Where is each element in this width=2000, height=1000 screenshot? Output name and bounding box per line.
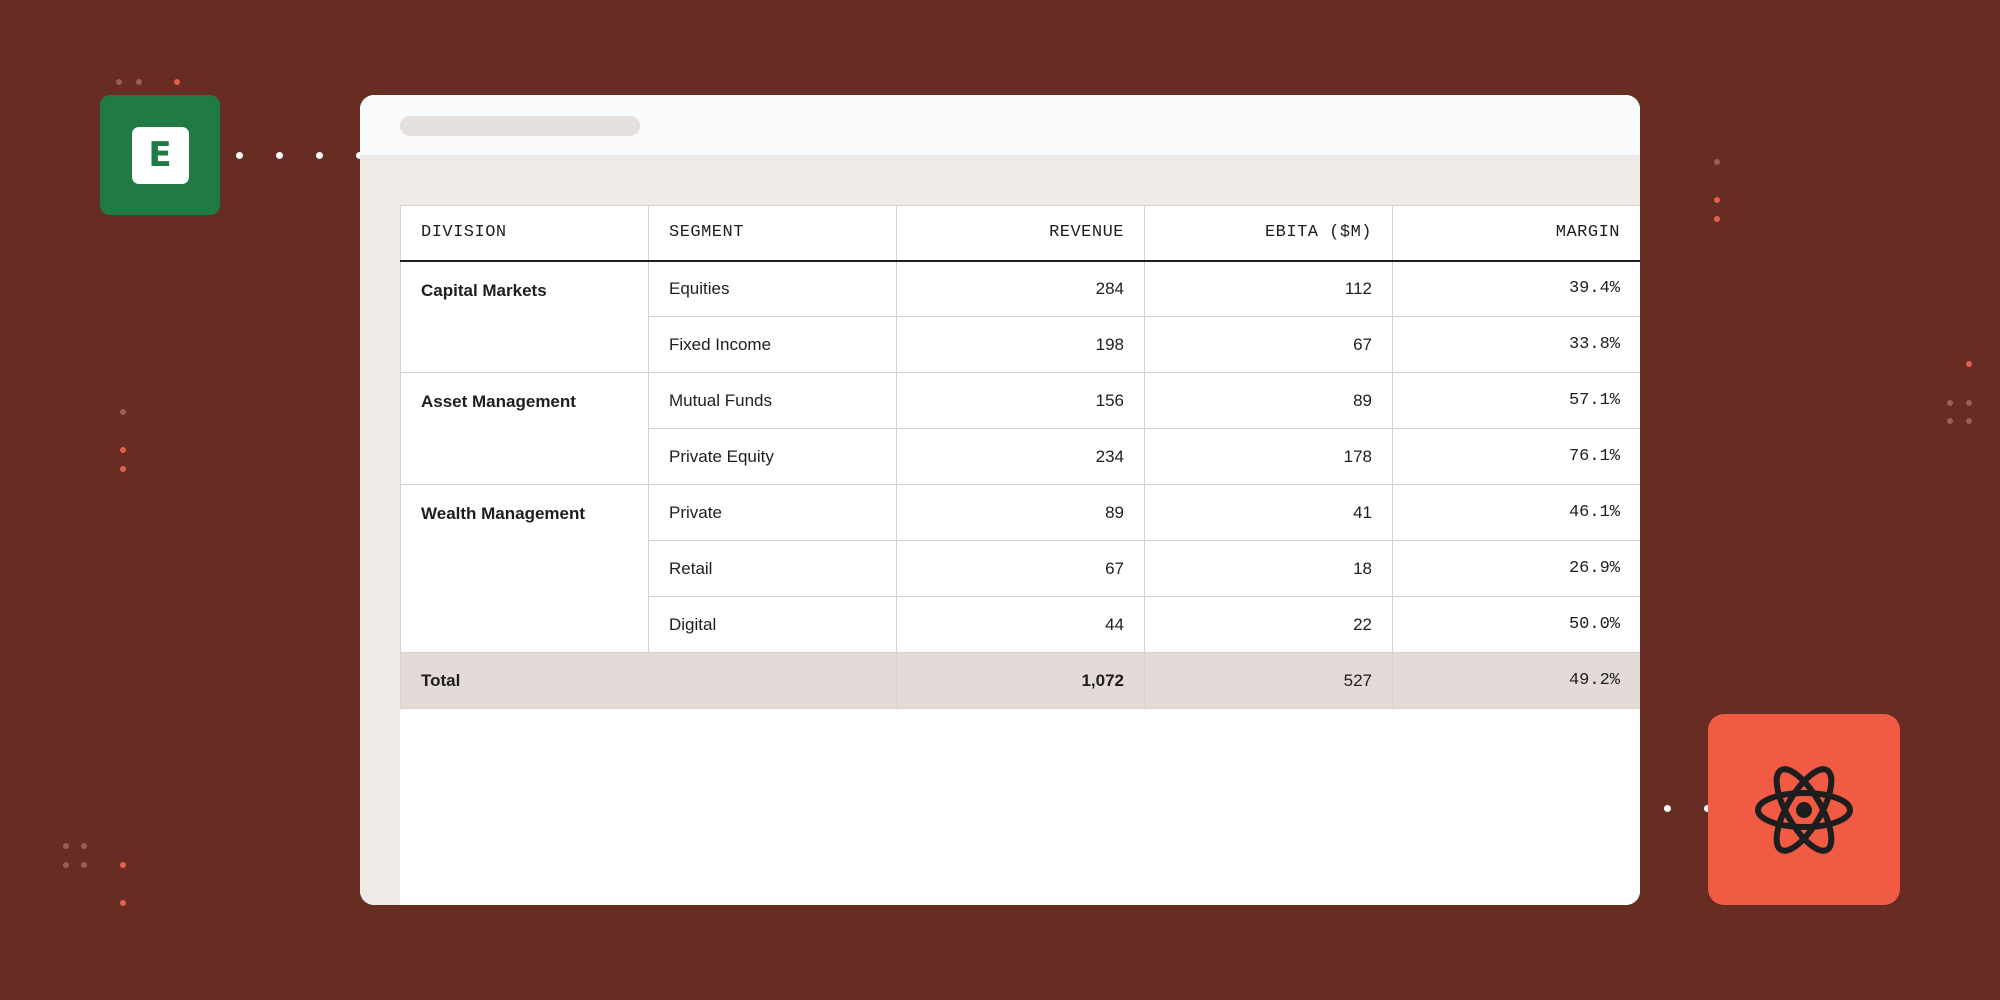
connector-dot [316, 152, 323, 159]
ebita-cell[interactable]: 178 [1144, 428, 1393, 485]
segment-cell[interactable]: Private [648, 484, 897, 541]
react-atom-icon [1755, 765, 1853, 854]
decor-dot [81, 843, 87, 849]
header-margin[interactable]: MARGIN [1392, 205, 1640, 262]
total-label[interactable]: Total [400, 652, 897, 709]
decor-dot [120, 409, 126, 415]
decor-dot [120, 900, 126, 906]
table-row: Capital Markets Equities 284 112 39.4% [400, 260, 1640, 373]
total-row: Total 1,072 527 49.2% [400, 652, 1640, 709]
division-cell[interactable]: Wealth Management [400, 484, 649, 653]
ebita-cell[interactable]: 112 [1144, 260, 1393, 317]
header-row: DIVISION SEGMENT REVENUE EBITA ($M) MARG… [400, 205, 1640, 262]
ebita-cell[interactable]: 22 [1144, 596, 1393, 653]
decor-dot [1966, 418, 1972, 424]
ebita-cell[interactable]: 89 [1144, 372, 1393, 429]
ebita-cell[interactable]: 67 [1144, 316, 1393, 373]
total-revenue[interactable]: 1,072 [896, 652, 1145, 709]
decor-dot [120, 447, 126, 453]
revenue-cell[interactable]: 44 [896, 596, 1145, 653]
table-row: Asset Management Mutual Funds 156 89 57.… [400, 372, 1640, 485]
excel-app-tile: E [100, 95, 220, 215]
ebita-cell[interactable]: 18 [1144, 540, 1393, 597]
revenue-cell[interactable]: 284 [896, 260, 1145, 317]
margin-cell[interactable]: 39.4% [1392, 260, 1640, 317]
division-cell[interactable]: Asset Management [400, 372, 649, 485]
margin-cell[interactable]: 50.0% [1392, 596, 1640, 653]
margin-cell[interactable]: 26.9% [1392, 540, 1640, 597]
decor-dot [1714, 159, 1720, 165]
ebita-cell[interactable]: 41 [1144, 484, 1393, 541]
margin-cell[interactable]: 76.1% [1392, 428, 1640, 485]
decor-dot [120, 862, 126, 868]
header-ebita[interactable]: EBITA ($M) [1144, 205, 1393, 262]
react-app-tile [1708, 714, 1900, 905]
financial-table: DIVISION SEGMENT REVENUE EBITA ($M) MARG… [400, 205, 1640, 709]
decor-dot [1947, 418, 1953, 424]
decor-dot [81, 862, 87, 868]
browser-window: DIVISION SEGMENT REVENUE EBITA ($M) MARG… [360, 95, 1640, 905]
table-row: Wealth Management Private 89 41 46.1% [400, 484, 1640, 653]
margin-cell[interactable]: 33.8% [1392, 316, 1640, 373]
segment-cell[interactable]: Retail [648, 540, 897, 597]
excel-badge-letter: E [148, 135, 172, 175]
spreadsheet-icon: E [131, 126, 189, 184]
decor-dot [116, 79, 122, 85]
window-body: DIVISION SEGMENT REVENUE EBITA ($M) MARG… [360, 155, 1640, 905]
connector-dot [1664, 805, 1671, 812]
spreadsheet-sheet: DIVISION SEGMENT REVENUE EBITA ($M) MARG… [400, 205, 1640, 905]
decor-dot [1714, 216, 1720, 222]
total-margin[interactable]: 49.2% [1392, 652, 1640, 709]
division-cell[interactable]: Capital Markets [400, 260, 649, 373]
decor-dot [1966, 361, 1972, 367]
header-revenue[interactable]: REVENUE [896, 205, 1145, 262]
segment-cell[interactable]: Fixed Income [648, 316, 897, 373]
decor-dot [174, 79, 180, 85]
revenue-cell[interactable]: 198 [896, 316, 1145, 373]
decor-dot [63, 843, 69, 849]
header-division[interactable]: DIVISION [400, 205, 649, 262]
window-titlebar [360, 95, 1640, 155]
connector-dot [236, 152, 243, 159]
decor-dot [120, 466, 126, 472]
decor-dot [136, 79, 142, 85]
segment-cell[interactable]: Private Equity [648, 428, 897, 485]
total-ebita[interactable]: 527 [1144, 652, 1393, 709]
address-bar-placeholder[interactable] [400, 116, 640, 136]
revenue-cell[interactable]: 89 [896, 484, 1145, 541]
decor-dot [1966, 400, 1972, 406]
revenue-cell[interactable]: 156 [896, 372, 1145, 429]
margin-cell[interactable]: 46.1% [1392, 484, 1640, 541]
decor-dot [1714, 197, 1720, 203]
decor-dot [1947, 400, 1953, 406]
decor-dot [63, 862, 69, 868]
revenue-cell[interactable]: 234 [896, 428, 1145, 485]
segment-cell[interactable]: Equities [648, 260, 897, 317]
margin-cell[interactable]: 57.1% [1392, 372, 1640, 429]
connector-dot [276, 152, 283, 159]
revenue-cell[interactable]: 67 [896, 540, 1145, 597]
segment-cell[interactable]: Digital [648, 596, 897, 653]
header-segment[interactable]: SEGMENT [648, 205, 897, 262]
segment-cell[interactable]: Mutual Funds [648, 372, 897, 429]
